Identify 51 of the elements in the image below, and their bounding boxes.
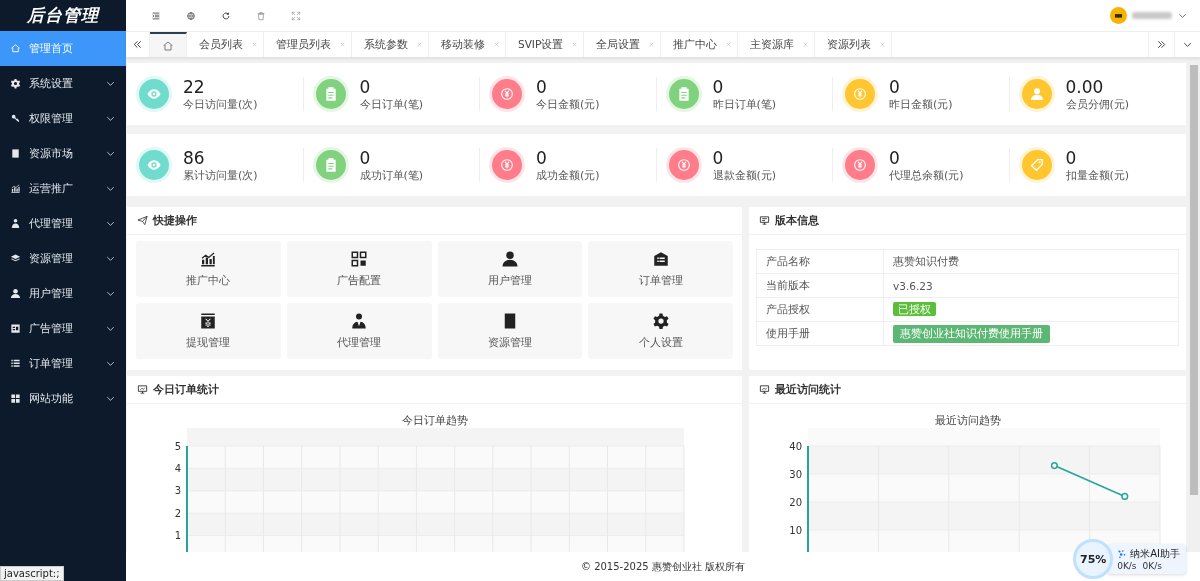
stat-value: 0: [889, 147, 901, 168]
chart-title: 最近访问趋势: [933, 413, 1002, 428]
table-cell: v3.6.23: [883, 273, 1179, 298]
axis-tick-label: 40: [789, 440, 802, 452]
axis-tick-label: 1: [174, 530, 181, 542]
chart-title: 今日订单趋势: [400, 413, 469, 428]
axis-tick-label: 10: [789, 524, 802, 536]
stat-value: 86: [183, 147, 206, 168]
table-cell: 惠赞知识付费: [883, 249, 1179, 274]
stat-value: 22: [183, 76, 206, 97]
axis-tick-label: 2: [174, 507, 181, 519]
panel-title: 最近访问统计: [775, 382, 841, 397]
stat-label: 今日访问量(次): [183, 96, 258, 112]
download-speed: 0K/s: [1142, 561, 1162, 571]
stat-value: 0: [712, 76, 725, 97]
stat-value: 0: [712, 147, 725, 168]
axis-tick-label: 3: [174, 485, 181, 497]
stat-label: 昨日金额(元): [889, 96, 953, 112]
table-cell: 产品授权: [756, 297, 884, 322]
stat-label: 昨日订单(笔): [712, 96, 777, 112]
table-cell: 当前版本: [756, 273, 884, 298]
table-cell: 使用手册: [756, 321, 884, 346]
axis-tick-label: 30: [789, 468, 802, 480]
panel-title: 版本信息: [775, 213, 819, 228]
stat-value: 0: [1065, 147, 1078, 168]
axis-tick-label: 20: [789, 496, 802, 508]
stat-label: 退款金额(元): [712, 167, 777, 183]
axis-tick-label: 4: [174, 462, 181, 474]
panel-title: 快捷操作: [153, 213, 197, 228]
stat-value: 0: [889, 76, 901, 97]
axis-tick-label: 5: [174, 440, 181, 452]
assistant-title: 纳米AI助手: [1130, 547, 1180, 561]
stat-label: 累计访问量(次): [183, 167, 258, 183]
stat-label: 成功金额(元): [536, 167, 600, 183]
upload-speed: 0K/s: [1117, 561, 1137, 571]
status-text: javascript:;: [0, 566, 64, 581]
stat-label: 代理总余额(元): [889, 167, 964, 183]
stat-value: 0: [359, 76, 372, 97]
stat-label: 会员分佣(元): [1065, 96, 1130, 112]
table-cell: 产品名称: [756, 249, 884, 274]
stat-value: 0: [536, 76, 548, 97]
stat-label: 今日金额(元): [536, 96, 600, 112]
logo-text: 后台管理: [25, 4, 101, 27]
panel-title: 今日订单统计: [153, 382, 219, 397]
stat-value: 0: [359, 147, 372, 168]
stat-value: 0.00: [1065, 76, 1105, 97]
status-badge: 已授权: [893, 301, 936, 316]
stat-label: 今日订单(笔): [359, 96, 424, 112]
stat-label: 扣量金额(元): [1065, 167, 1130, 183]
stat-value: 0: [536, 147, 548, 168]
stat-label: 成功订单(笔): [359, 167, 424, 183]
